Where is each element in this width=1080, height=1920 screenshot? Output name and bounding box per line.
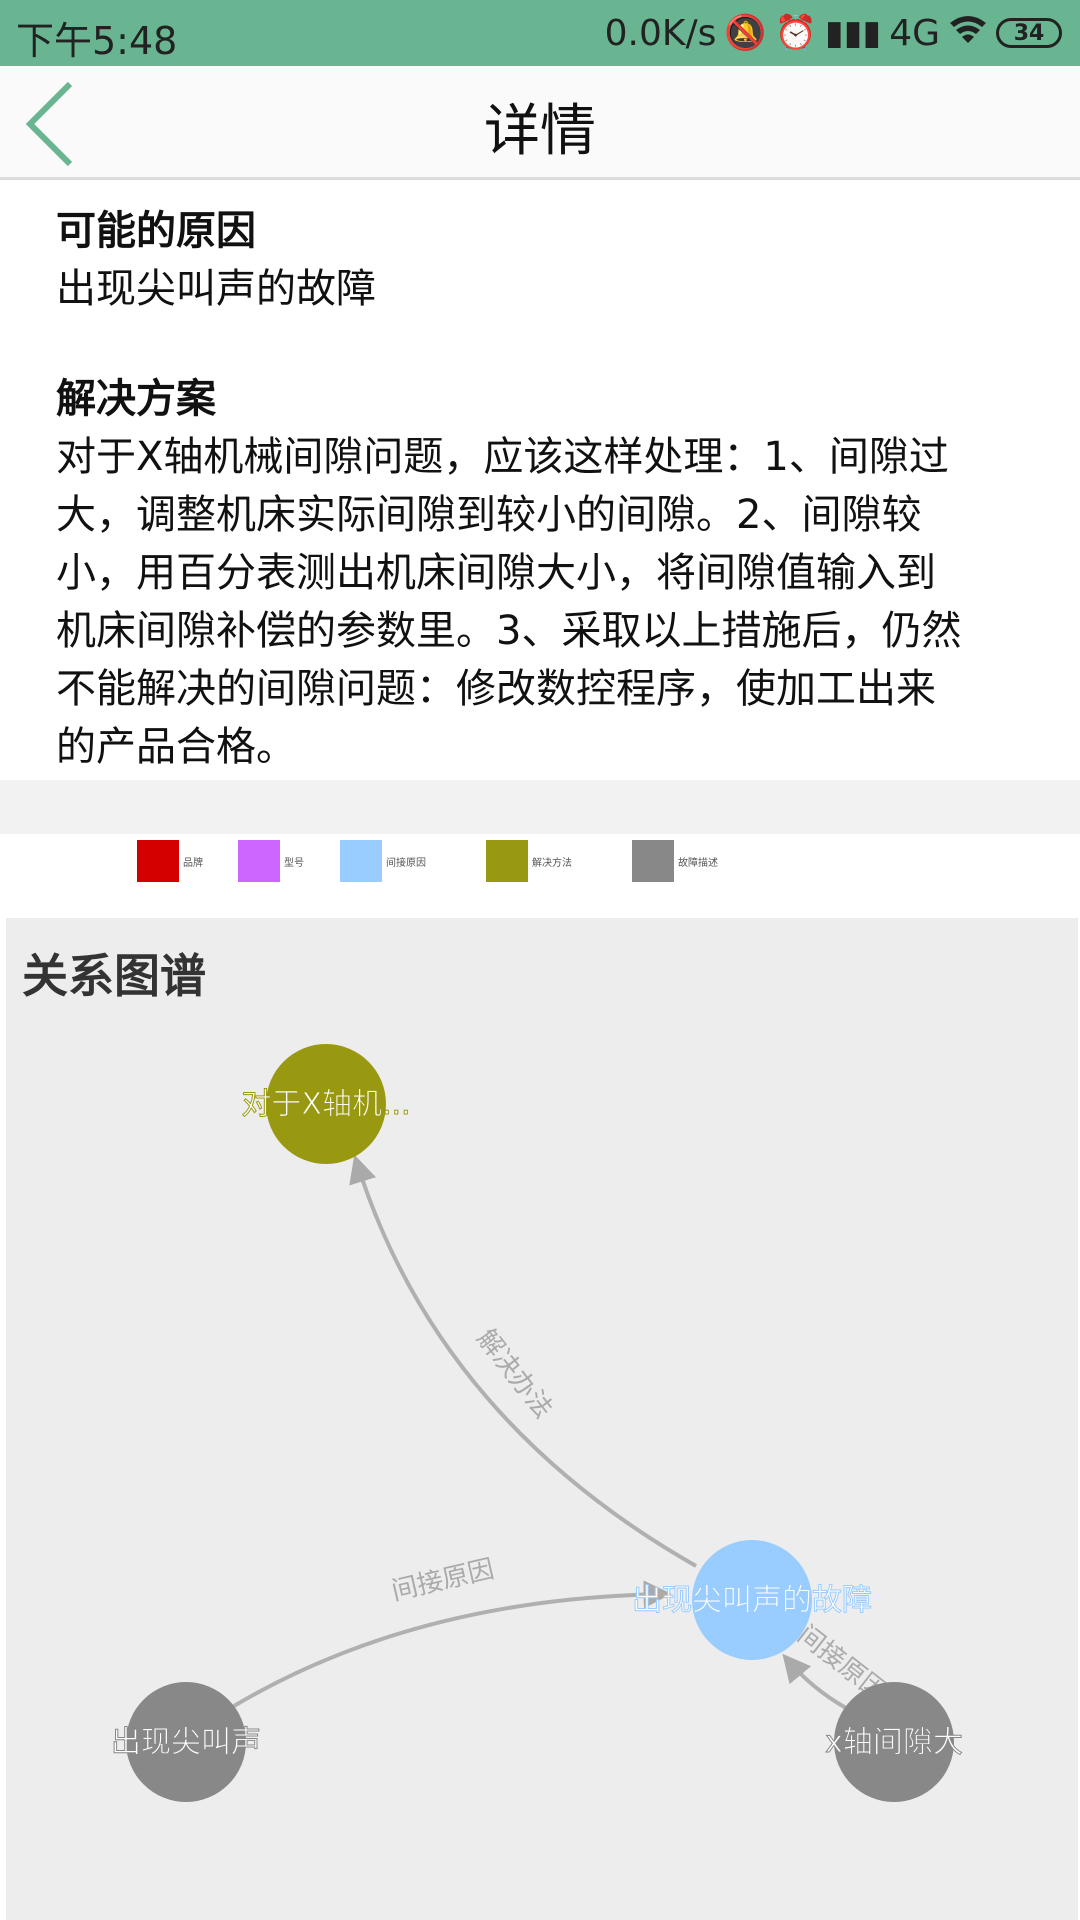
legend-item-model[interactable]: 型号 [238, 840, 304, 882]
graph-legend: 品牌 型号 间接原因 解决方法 故障描述 [0, 834, 1080, 918]
graph-edge [232, 1580, 672, 1708]
legend-item-solution[interactable]: 解决方法 [486, 840, 572, 882]
legend-item-indirect-cause[interactable]: 间接原因 [340, 840, 426, 882]
alarm-icon: ⏰ [774, 13, 818, 53]
relation-graph-panel[interactable]: 解决办法 间接原因 间接原因 对于X轴机... 出现尖叫声的故障 出现尖叫声 x… [6, 918, 1078, 1920]
solution-line: 小，用百分表测出机床间隙大小，将间隙值输入到 [56, 550, 936, 596]
status-time: 下午5:48 [16, 19, 178, 63]
solution-line: 大，调整机床实际间隙到较小的间隙。2、间隙较 [56, 492, 922, 538]
status-icons: 0.0K/s 🔕 ⏰ ▮▮▮ 4G 34 [605, 10, 1062, 56]
legend-swatch [486, 840, 528, 882]
legend-swatch [238, 840, 280, 882]
legend-swatch [137, 840, 179, 882]
node-label: 出现尖叫声 [111, 1725, 261, 1760]
legend-label: 故障描述 [678, 857, 718, 869]
wifi-icon [948, 13, 988, 54]
legend-swatch [632, 840, 674, 882]
node-label: 对于X轴机... [241, 1087, 410, 1122]
legend-label: 解决方法 [532, 857, 572, 869]
graph-title: 关系图谱 [22, 949, 206, 1003]
solution-line: 机床间隙补偿的参数里。3、采取以上措施后，仍然 [56, 608, 962, 654]
page-title: 详情 [484, 99, 596, 164]
solution-line: 对于X轴机械间隙问题，应该这样处理：1、间隙过 [56, 434, 949, 480]
node-label: x轴间隙大 [825, 1725, 963, 1760]
legend-item-brand[interactable]: 品牌 [137, 840, 203, 882]
solution-line: 不能解决的间隙问题：修改数控程序，使加工出来 [56, 666, 936, 712]
status-bar: 下午5:48 0.0K/s 🔕 ⏰ ▮▮▮ 4G 34 [0, 0, 1080, 66]
bell-off-icon: 🔕 [724, 13, 767, 53]
edge-label: 解决办法 [470, 1324, 558, 1424]
edge-label: 间接原因 [389, 1554, 497, 1607]
legend-item-fault-desc[interactable]: 故障描述 [632, 840, 718, 882]
signal-icon: ▮▮▮ [825, 13, 882, 53]
solution-line: 的产品合格。 [56, 724, 296, 770]
legend-label: 间接原因 [386, 857, 426, 869]
legend-label: 品牌 [183, 857, 203, 869]
node-label: 出现尖叫声的故障 [632, 1583, 872, 1618]
cause-text: 出现尖叫声的故障 [56, 266, 376, 312]
graph-edge [349, 1154, 697, 1568]
cause-heading: 可能的原因 [56, 208, 256, 254]
detail-content: 可能的原因 出现尖叫声的故障 解决方案 对于X轴机械间隙问题，应该这样处理：1、… [0, 180, 1080, 780]
title-bar: 详情 [0, 66, 1080, 180]
legend-label: 型号 [284, 857, 304, 869]
net-speed: 0.0K/s [604, 12, 717, 54]
network-type: 4G [889, 12, 940, 54]
divider-band [0, 780, 1080, 834]
legend-swatch [340, 840, 382, 882]
relation-graph[interactable]: 解决办法 间接原因 间接原因 对于X轴机... 出现尖叫声的故障 出现尖叫声 x… [6, 918, 1078, 1920]
battery-indicator: 34 [996, 18, 1062, 48]
solution-heading: 解决方案 [56, 376, 216, 422]
